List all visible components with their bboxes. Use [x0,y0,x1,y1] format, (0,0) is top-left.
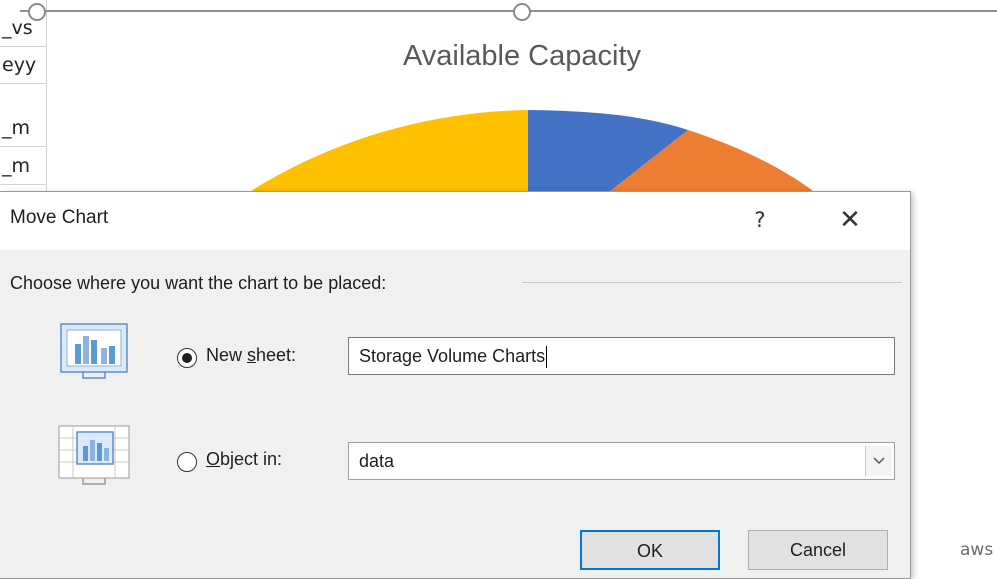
resize-handle[interactable] [28,3,46,21]
chevron-down-icon [873,457,885,465]
resize-handle[interactable] [513,3,531,21]
object-in-radio[interactable] [177,452,197,472]
sheet-cell[interactable]: _m [0,110,46,147]
dialog-title: Move Chart [10,207,109,228]
dialog-titlebar[interactable]: Move Chart ? ✕ [0,192,910,250]
new-sheet-label[interactable]: New sheet: [206,345,296,366]
group-divider [522,282,902,283]
chart-partial-label: aws [960,540,994,560]
object-in-label[interactable]: Object in: [206,449,282,470]
chart-sheet-icon [53,322,133,380]
pie-slice-yellow [237,110,528,200]
new-sheet-name-input[interactable]: Storage Volume Charts [348,337,895,375]
help-button[interactable]: ? [740,200,780,240]
move-chart-dialog: Move Chart ? ✕ Choose where you want the… [0,191,911,579]
sheet-cell[interactable]: eyy [0,47,46,84]
object-in-value: data [359,451,395,471]
ok-button[interactable]: OK [580,530,720,570]
pie-chart[interactable] [47,0,997,200]
embedded-chart-icon [53,424,133,485]
dropdown-button[interactable] [865,446,892,476]
close-button[interactable]: ✕ [830,200,870,240]
object-in-select[interactable]: data [348,442,895,480]
sheet-cell[interactable]: _m [0,148,46,185]
new-sheet-radio[interactable] [177,348,197,368]
cancel-button[interactable]: Cancel [748,530,888,570]
chart-border [20,10,997,12]
text-caret [546,346,548,369]
placement-group-label: Choose where you want the chart to be pl… [10,273,387,293]
